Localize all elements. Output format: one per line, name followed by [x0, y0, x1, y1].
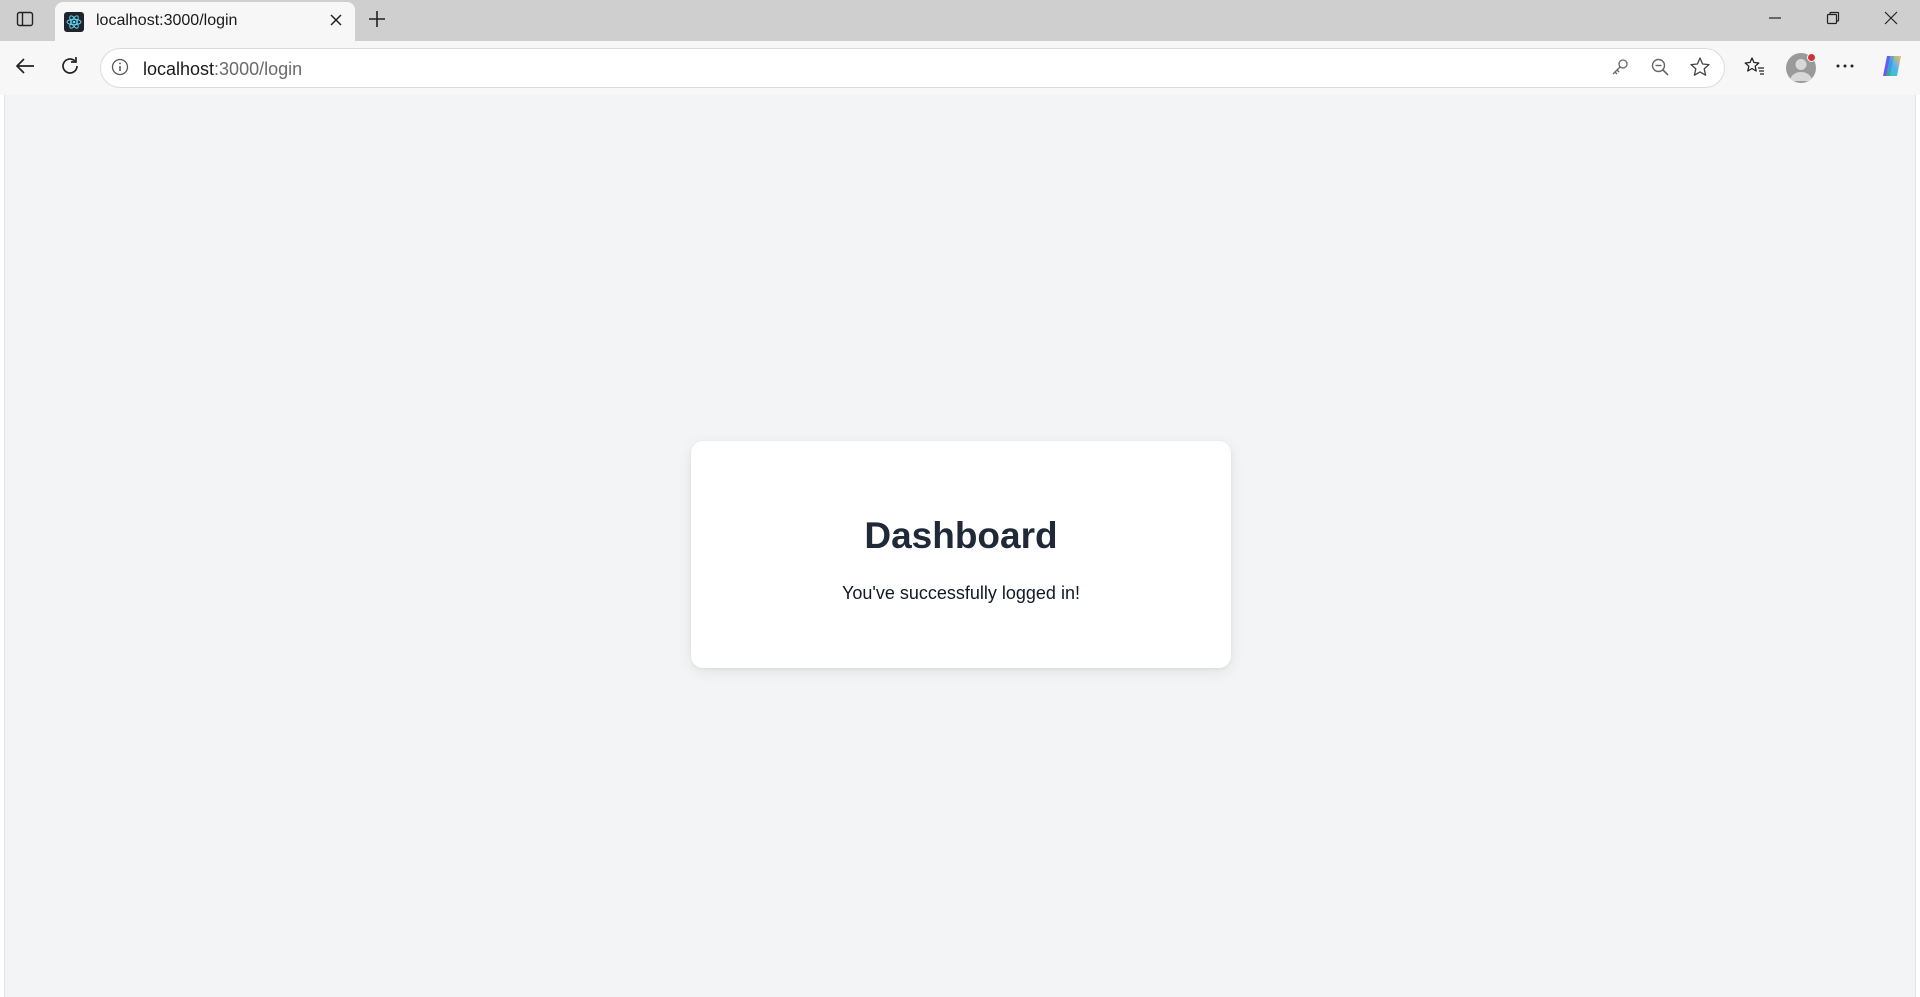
minimize-button[interactable] [1747, 0, 1803, 41]
close-window-button[interactable] [1863, 0, 1919, 41]
info-icon [111, 58, 129, 81]
plus-icon [368, 10, 386, 33]
minimize-icon [1768, 11, 1782, 30]
star-icon [1689, 56, 1711, 83]
settings-more-button[interactable] [1830, 53, 1860, 83]
favorites-icon [1743, 55, 1765, 82]
tab-close-button[interactable] [325, 11, 347, 33]
restore-button[interactable] [1805, 0, 1861, 41]
more-icon [1834, 55, 1856, 82]
dashboard-card: Dashboard You've successfully logged in! [691, 441, 1231, 668]
active-tab[interactable]: localhost:3000/login [55, 2, 355, 41]
url-path: :3000/login [214, 59, 303, 79]
success-message: You've successfully logged in! [842, 583, 1080, 603]
url-text[interactable]: localhost:3000/login [143, 59, 302, 80]
notification-dot [1807, 53, 1816, 62]
page-title: Dashboard [864, 515, 1058, 556]
page-viewport: Dashboard You've successfully logged in! [4, 95, 1916, 997]
reload-button[interactable] [55, 53, 85, 83]
zoom-button[interactable] [1648, 57, 1672, 81]
close-icon [329, 13, 343, 32]
zoom-out-icon [1650, 57, 1670, 82]
new-tab-button[interactable] [362, 6, 392, 36]
tab-title: localhost:3000/login [96, 12, 238, 29]
back-button[interactable] [10, 53, 40, 83]
reload-icon [59, 55, 81, 82]
copilot-button[interactable] [1877, 53, 1907, 83]
close-icon [1884, 11, 1898, 30]
sidebar-toggle-button[interactable] [10, 6, 40, 36]
site-info-button[interactable] [109, 58, 131, 80]
sidebar-icon [16, 10, 34, 33]
restore-icon [1826, 11, 1840, 30]
browser-toolbar: localhost:3000/login [0, 41, 1920, 95]
address-bar[interactable]: localhost:3000/login [100, 48, 1725, 88]
copilot-icon [1879, 53, 1905, 84]
tab-strip: localhost:3000/login [0, 0, 1920, 41]
favorites-button[interactable] [1739, 53, 1769, 83]
url-host: localhost [143, 59, 215, 79]
key-icon [1610, 57, 1630, 82]
password-button[interactable] [1608, 57, 1632, 81]
back-icon [14, 55, 36, 82]
react-icon [64, 12, 84, 32]
add-favorite-button[interactable] [1688, 56, 1712, 83]
